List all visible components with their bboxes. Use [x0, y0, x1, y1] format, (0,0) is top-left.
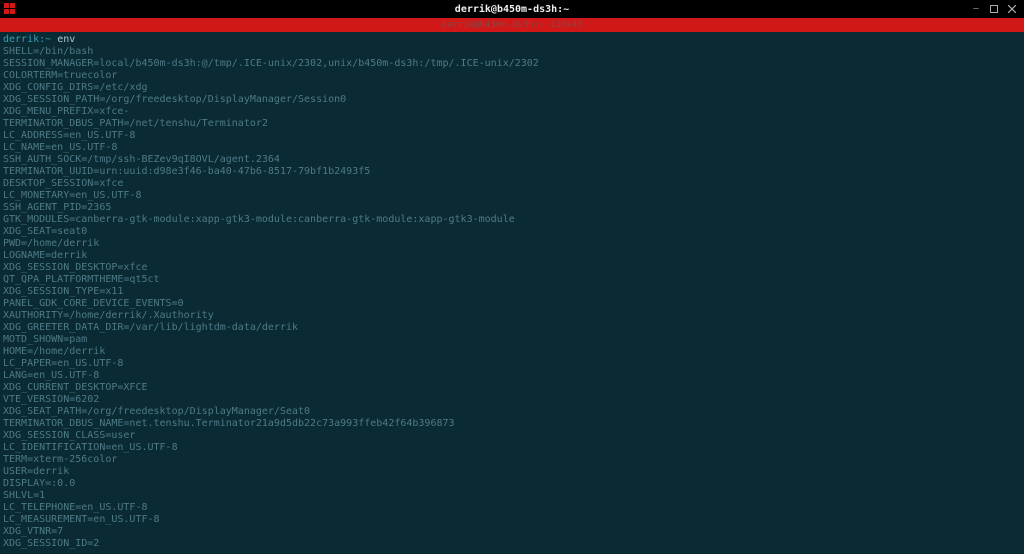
env-line: SESSION_MANAGER=local/b450m-ds3h:@/tmp/.… — [3, 58, 539, 69]
minimize-button[interactable]: – — [970, 3, 982, 15]
env-line: XDG_CONFIG_DIRS=/etc/xdg — [3, 82, 148, 93]
env-line: XDG_VTNR=7 — [3, 526, 63, 537]
env-line: TERMINATOR_DBUS_NAME=net.tenshu.Terminat… — [3, 418, 455, 429]
window-title: derrik@b450m-ds3h:~ — [455, 4, 569, 15]
env-line: XAUTHORITY=/home/derrik/.Xauthority — [3, 310, 214, 321]
env-line: XDG_SESSION_PATH=/org/freedesktop/Displa… — [3, 94, 346, 105]
env-line: XDG_GREETER_DATA_DIR=/var/lib/lightdm-da… — [3, 322, 298, 333]
env-line: SHLVL=1 — [3, 490, 45, 501]
prompt-user: derrik:~ — [3, 34, 51, 45]
env-line: DESKTOP_SESSION=xfce — [3, 178, 123, 189]
env-line: XDG_SEAT=seat0 — [3, 226, 87, 237]
env-line: XDG_SESSION_ID=2 — [3, 538, 99, 549]
maximize-button[interactable] — [988, 3, 1000, 15]
env-line: XDG_CURRENT_DESKTOP=XFCE — [3, 382, 148, 393]
env-output: SHELL=/bin/bash SESSION_MANAGER=local/b4… — [3, 46, 1021, 550]
tab-bar: derrik@b450m-ds3h:~ 130x43 — [0, 18, 1024, 32]
env-line: LC_PAPER=en_US.UTF-8 — [3, 358, 123, 369]
env-line: LOGNAME=derrik — [3, 250, 87, 261]
window-controls: – — [970, 3, 1024, 15]
env-line: HOME=/home/derrik — [3, 346, 105, 357]
env-line: VTE_VERSION=6202 — [3, 394, 99, 405]
env-line: USER=derrik — [3, 466, 69, 477]
env-line: LC_TELEPHONE=en_US.UTF-8 — [3, 502, 148, 513]
env-line: SHELL=/bin/bash — [3, 46, 93, 57]
env-line: LANG=en_US.UTF-8 — [3, 370, 99, 381]
close-button[interactable] — [1006, 3, 1018, 15]
env-line: LC_IDENTIFICATION=en_US.UTF-8 — [3, 442, 178, 453]
env-line: XDG_SESSION_CLASS=user — [3, 430, 135, 441]
env-line: XDG_SESSION_DESKTOP=xfce — [3, 262, 148, 273]
env-line: LC_MONETARY=en_US.UTF-8 — [3, 190, 141, 201]
env-line: SSH_AUTH_SOCK=/tmp/ssh-BEZev9qI8OVL/agen… — [3, 154, 280, 165]
env-line: MOTD_SHOWN=pam — [3, 334, 87, 345]
env-line: LC_MEASUREMENT=en_US.UTF-8 — [3, 514, 160, 525]
env-line: PANEL_GDK_CORE_DEVICE_EVENTS=0 — [3, 298, 184, 309]
tab-label[interactable]: derrik@b450m-ds3h:~ 130x43 — [442, 20, 583, 30]
env-line: QT_QPA_PLATFORMTHEME=qt5ct — [3, 274, 160, 285]
env-line: GTK_MODULES=canberra-gtk-module:xapp-gtk… — [3, 214, 515, 225]
env-line: PWD=/home/derrik — [3, 238, 99, 249]
env-line: TERM=xterm-256color — [3, 454, 117, 465]
app-icon — [3, 2, 17, 16]
env-line: LC_NAME=en_US.UTF-8 — [3, 142, 117, 153]
env-line: XDG_MENU_PREFIX=xfce- — [3, 106, 129, 117]
command-text: env — [57, 34, 75, 45]
env-line: COLORTERM=truecolor — [3, 70, 117, 81]
env-line: DISPLAY=:0.0 — [3, 478, 75, 489]
env-line: TERMINATOR_UUID=urn:uuid:d98e3f46-ba40-4… — [3, 166, 370, 177]
window-titlebar: derrik@b450m-ds3h:~ – — [0, 0, 1024, 18]
env-line: TERMINATOR_DBUS_PATH=/net/tenshu/Termina… — [3, 118, 268, 129]
env-line: XDG_SESSION_TYPE=x11 — [3, 286, 123, 297]
env-line: SSH_AGENT_PID=2365 — [3, 202, 111, 213]
env-line: LC_ADDRESS=en_US.UTF-8 — [3, 130, 135, 141]
terminal-output[interactable]: derrik:~ env SHELL=/bin/bash SESSION_MAN… — [0, 32, 1024, 554]
env-line: XDG_SEAT_PATH=/org/freedesktop/DisplayMa… — [3, 406, 310, 417]
